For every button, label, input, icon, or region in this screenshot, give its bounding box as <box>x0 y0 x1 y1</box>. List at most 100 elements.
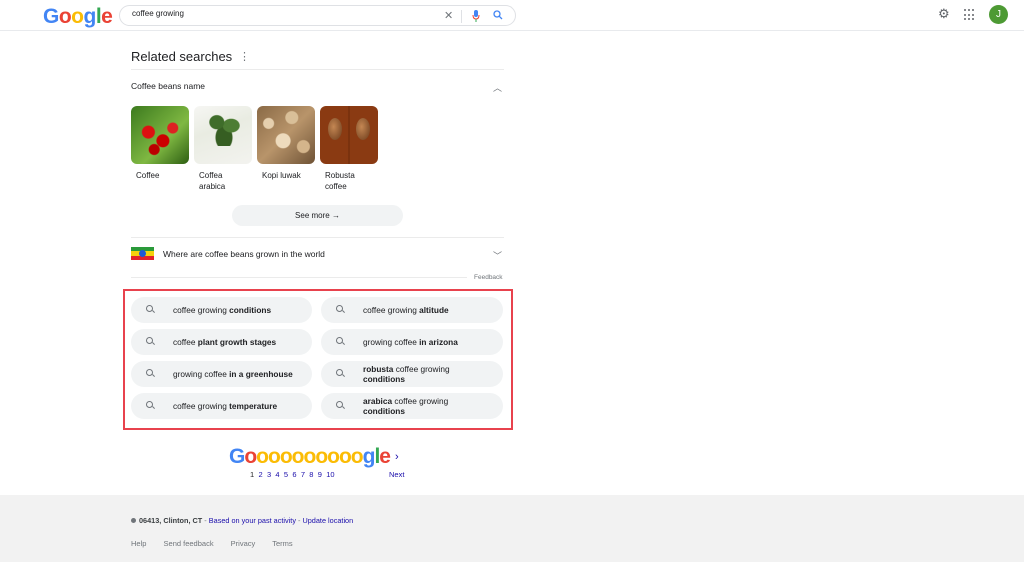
search-icon <box>146 401 153 408</box>
logo-letter: g <box>83 5 97 28</box>
logo-letter: e <box>379 445 391 468</box>
chip-label: coffee growing altitude <box>363 305 449 315</box>
search-icon <box>336 369 343 376</box>
location-dot-icon <box>131 518 136 523</box>
page-link-7[interactable]: 7 <box>301 470 305 479</box>
entity-label: Coffea arabica <box>199 171 226 191</box>
collapsed-group-title[interactable]: Where are coffee beans grown in the worl… <box>163 249 325 259</box>
footer: 06413, Clinton, CT - Based on your past … <box>0 495 1024 562</box>
related-query-chip[interactable]: growing coffee in arizona <box>321 329 503 355</box>
search-input[interactable] <box>132 9 432 18</box>
coffea-arabica-image <box>194 106 252 164</box>
pagination: Goooooooooogle › 1 2 3 4 5 6 7 8 9 10 Next <box>229 445 404 479</box>
search-box[interactable]: ✕ <box>119 5 516 26</box>
search-icon <box>336 401 343 408</box>
logo-letter: o <box>303 445 316 468</box>
search-icon <box>336 337 343 344</box>
apps-grid-icon[interactable] <box>964 9 976 21</box>
update-location-link[interactable]: Update location <box>302 516 353 525</box>
logo-letter: o <box>58 5 72 28</box>
next-page-link[interactable]: Next <box>389 470 404 479</box>
close-icon[interactable]: ✕ <box>444 10 453 22</box>
see-more-button[interactable]: See more → <box>232 205 403 226</box>
related-query-chip[interactable]: coffee growing temperature <box>131 393 312 419</box>
search-icon[interactable] <box>493 10 503 23</box>
related-searches-title: Related searches <box>131 49 233 64</box>
logo-letter: g <box>362 445 376 468</box>
chevron-up-icon[interactable]: ︿ <box>493 81 502 94</box>
logo-letter: o <box>268 445 281 468</box>
logo-letter: G <box>229 445 245 468</box>
logo-letter: o <box>256 445 269 468</box>
divider <box>461 10 462 23</box>
coffee-image <box>131 106 189 164</box>
entity-card[interactable]: Kopi luwak <box>257 106 315 192</box>
divider <box>131 237 504 238</box>
related-query-chip[interactable]: arabica coffee growing conditions <box>321 393 503 419</box>
page-link-9[interactable]: 9 <box>318 470 322 479</box>
page-numbers: 1 2 3 4 5 6 7 8 9 10 <box>250 470 339 479</box>
logo-letter: o <box>244 445 257 468</box>
related-query-chip[interactable]: growing coffee in a greenhouse <box>131 361 312 387</box>
avatar[interactable]: J <box>989 5 1008 24</box>
divider <box>131 277 467 278</box>
chevron-right-icon[interactable]: › <box>395 451 399 463</box>
robusta-coffee-image <box>320 106 378 164</box>
based-on-activity-link[interactable]: Based on your past activity <box>209 516 296 525</box>
entity-label: Robusta coffee <box>325 171 355 191</box>
kopi-luwak-image <box>257 106 315 164</box>
page-link-1: 1 <box>250 470 255 479</box>
search-icon <box>146 305 153 312</box>
related-query-chip[interactable]: robusta coffee growing conditions <box>321 361 503 387</box>
chevron-down-icon[interactable]: ﹀ <box>493 249 502 262</box>
chip-label: growing coffee in a greenhouse <box>173 369 293 379</box>
page-link-3[interactable]: 3 <box>267 470 271 479</box>
logo-letter: o <box>327 445 340 468</box>
logo-letter: o <box>338 445 352 468</box>
page-link-4[interactable]: 4 <box>275 470 279 479</box>
terms-link[interactable]: Terms <box>272 539 292 548</box>
more-options-icon[interactable]: ⋮ <box>239 50 250 63</box>
chip-label: coffee growing conditions <box>173 305 272 315</box>
entity-label: Kopi luwak <box>262 171 301 180</box>
related-query-chip[interactable]: coffee plant growth stages <box>131 329 312 355</box>
entity-label: Coffee <box>136 171 160 180</box>
entity-card[interactable]: Robusta coffee <box>320 106 378 192</box>
microphone-icon[interactable] <box>472 10 480 25</box>
ethiopia-flag-icon <box>131 247 154 260</box>
chip-label: robusta coffee growing conditions <box>363 364 450 384</box>
entity-carousel: Coffee Coffea arabica Kopi luwak Robusta… <box>131 106 383 192</box>
send-feedback-link[interactable]: Send feedback <box>164 539 214 548</box>
chip-label: coffee growing temperature <box>173 401 278 411</box>
page-link-10[interactable]: 10 <box>326 470 334 479</box>
page-link-8[interactable]: 8 <box>309 470 313 479</box>
arrow-right-icon: → <box>331 211 340 220</box>
feedback-link[interactable]: Feedback <box>474 274 503 281</box>
location-text: 06413, Clinton, CT <box>139 516 203 525</box>
divider <box>131 69 504 70</box>
related-query-chip[interactable]: coffee growing conditions <box>131 297 312 323</box>
entity-card[interactable]: Coffee <box>131 106 189 192</box>
related-query-chip[interactable]: coffee growing altitude <box>321 297 503 323</box>
chip-label: growing coffee in arizona <box>363 337 458 347</box>
logo-letter: o <box>315 445 328 468</box>
page-link-6[interactable]: 6 <box>292 470 296 479</box>
search-icon <box>336 305 343 312</box>
privacy-link[interactable]: Privacy <box>231 539 256 548</box>
page-link-2[interactable]: 2 <box>258 470 262 479</box>
entity-card[interactable]: Coffea arabica <box>194 106 252 192</box>
page-link-5[interactable]: 5 <box>284 470 288 479</box>
logo-letter: e <box>101 5 113 28</box>
logo-letter: o <box>279 445 293 468</box>
gear-icon[interactable]: ⚙ <box>938 6 950 22</box>
footer-links: Help Send feedback Privacy Terms <box>131 539 308 548</box>
logo-letter: G <box>43 5 59 28</box>
group-title[interactable]: Coffee beans name <box>131 81 205 91</box>
search-icon <box>146 369 153 376</box>
help-link[interactable]: Help <box>131 539 146 548</box>
logo-letter: o <box>291 445 305 468</box>
chip-label: arabica coffee growing conditions <box>363 396 449 416</box>
related-query-chips: coffee growing conditions coffee growing … <box>131 297 505 419</box>
google-logo[interactable]: Google <box>43 5 113 29</box>
top-bar: Google ✕ ⚙ J <box>0 0 1024 31</box>
